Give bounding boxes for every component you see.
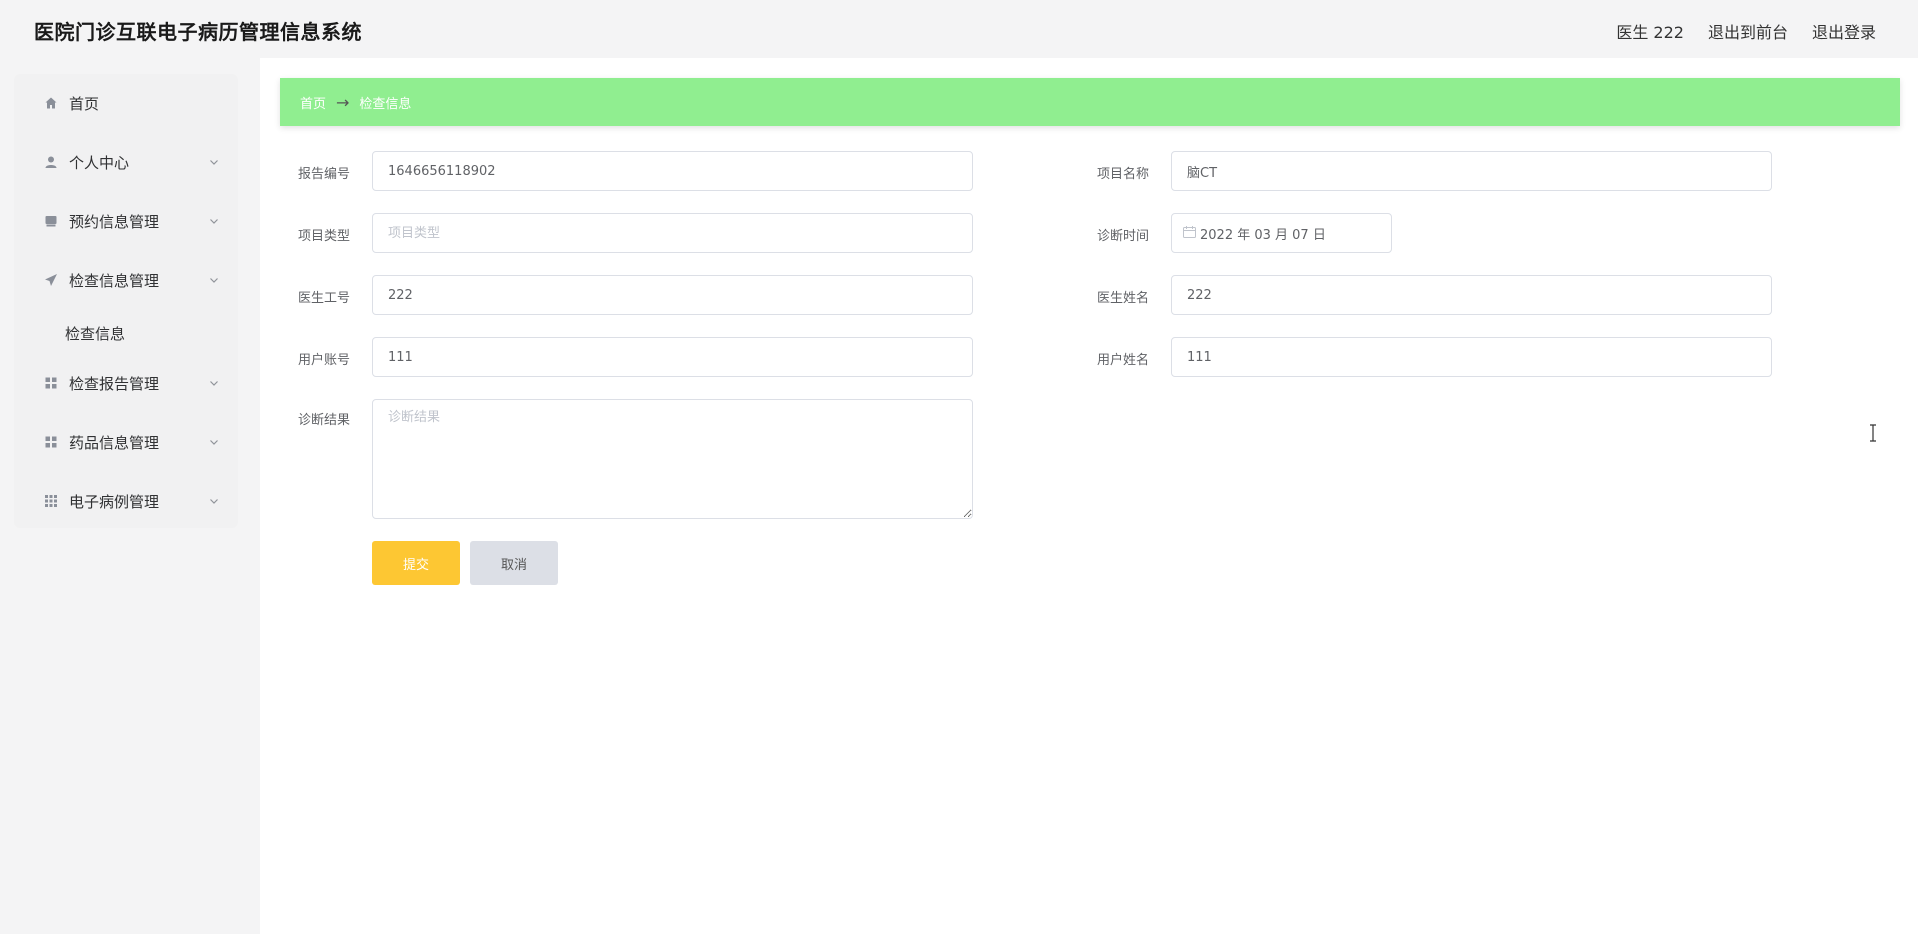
breadcrumb-current: 检查信息 <box>359 96 412 112</box>
item-name-label: 项目名称 <box>1096 167 1149 182</box>
exit-to-front-link[interactable]: 退出到前台 <box>1708 19 1788 43</box>
grid-icon <box>44 435 58 449</box>
top-right-links: 医生 222 退出到前台 退出登录 <box>1616 19 1876 43</box>
sidebar-item-personal-center[interactable]: 个人中心 <box>14 142 238 182</box>
sidebar-item-exam-info[interactable]: 检查信息管理 <box>14 260 238 300</box>
main-content: 首页 → 检查信息 报告编号 项目名称 项目类型 诊断时间 医生工号 医生姓名 … <box>260 58 1918 934</box>
top-bar: 医院门诊互联电子病历管理信息系统 医生 222 退出到前台 退出登录 <box>0 0 1918 58</box>
sidebar-item-exam-report[interactable]: 检查报告管理 <box>14 363 238 403</box>
report-no-input[interactable] <box>372 151 973 191</box>
chevron-down-icon <box>210 160 218 165</box>
send-icon <box>44 273 58 287</box>
diag-time-label: 诊断时间 <box>1096 229 1149 244</box>
doctor-name-label: 医生姓名 <box>1096 291 1149 306</box>
breadcrumb: 首页 → 检查信息 <box>280 78 1900 126</box>
chevron-down-icon <box>210 381 218 386</box>
cancel-button[interactable]: 取消 <box>470 541 558 585</box>
user-account-label: 用户账号 <box>297 353 350 368</box>
user-account-input[interactable] <box>372 337 973 377</box>
sidebar-item-label: 检查报告管理 <box>69 374 160 393</box>
home-icon <box>44 96 58 110</box>
chevron-down-icon <box>210 219 218 224</box>
diag-time-input[interactable] <box>1200 215 1380 251</box>
diag-time-date-picker[interactable] <box>1171 213 1392 253</box>
user-name-input[interactable] <box>1171 337 1772 377</box>
sidebar-item-label: 首页 <box>69 94 100 113</box>
user-name-label: 用户姓名 <box>1096 353 1149 368</box>
sidebar-item-drug-info[interactable]: 药品信息管理 <box>14 422 238 462</box>
breadcrumb-arrow-icon: → <box>336 92 350 112</box>
sidebar: 首页 个人中心 预约信息管理 检查信息管理 检查信息 检查报告管理 药品信息管理… <box>14 74 238 528</box>
submit-button[interactable]: 提交 <box>372 541 460 585</box>
diag-result-label: 诊断结果 <box>297 413 350 428</box>
sidebar-subitem-exam-info[interactable]: 检查信息 <box>14 315 238 349</box>
calendar-icon <box>44 214 58 228</box>
sidebar-item-emr[interactable]: 电子病例管理 <box>14 481 238 521</box>
chevron-down-icon <box>210 278 218 283</box>
doctor-no-input[interactable] <box>372 275 973 315</box>
sidebar-item-appointment[interactable]: 预约信息管理 <box>14 201 238 241</box>
current-user-label: 医生 222 <box>1616 23 1684 42</box>
sidebar-item-home[interactable]: 首页 <box>14 83 238 123</box>
sidebar-item-label: 检查信息管理 <box>69 271 160 290</box>
sidebar-item-label: 药品信息管理 <box>69 433 160 452</box>
text-cursor-icon <box>1870 424 1876 442</box>
sidebar-item-label: 预约信息管理 <box>69 212 160 231</box>
diag-result-textarea[interactable] <box>372 399 973 519</box>
chevron-down-icon <box>210 440 218 445</box>
logout-link[interactable]: 退出登录 <box>1812 19 1876 43</box>
app-title: 医院门诊互联电子病历管理信息系统 <box>34 20 362 44</box>
user-icon <box>44 155 58 169</box>
grid-icon <box>44 376 58 390</box>
doctor-no-label: 医生工号 <box>297 291 350 306</box>
doctor-name-input[interactable] <box>1171 275 1772 315</box>
chevron-down-icon <box>210 499 218 504</box>
breadcrumb-home[interactable]: 首页 <box>300 93 326 112</box>
apps-icon <box>44 494 58 508</box>
calendar-icon <box>1183 226 1196 238</box>
item-type-label: 项目类型 <box>297 229 350 244</box>
item-type-input[interactable] <box>372 213 973 253</box>
item-name-input[interactable] <box>1171 151 1772 191</box>
sidebar-subitem-label: 检查信息 <box>65 325 126 343</box>
report-no-label: 报告编号 <box>297 167 350 182</box>
sidebar-item-label: 电子病例管理 <box>69 492 160 511</box>
sidebar-item-label: 个人中心 <box>69 153 130 172</box>
